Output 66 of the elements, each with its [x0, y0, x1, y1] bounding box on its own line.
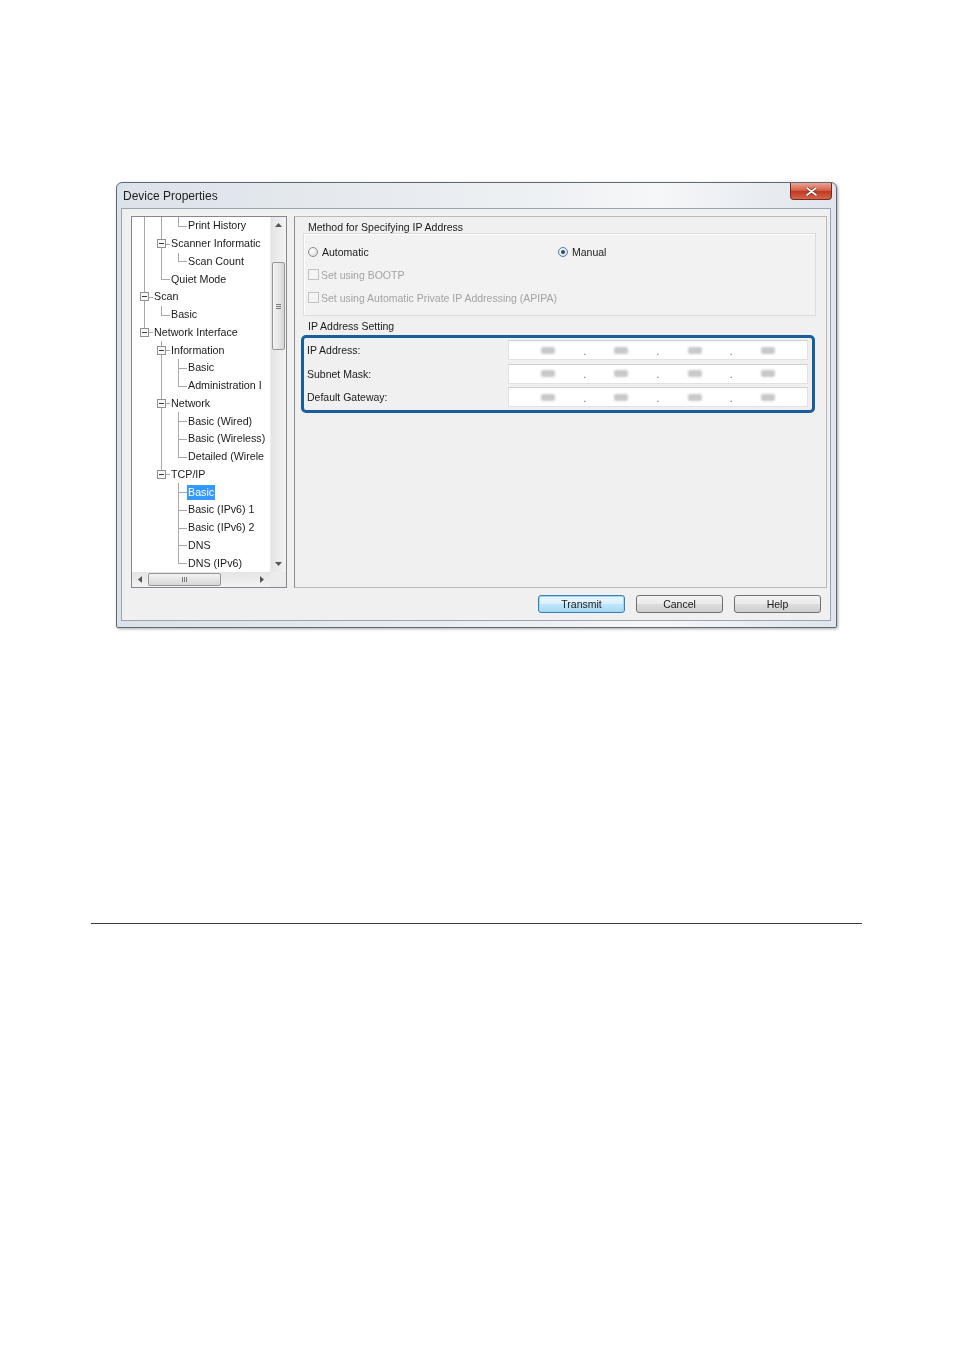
tree-item[interactable]: Basic (Wireless) [187, 431, 267, 447]
vertical-scrollbar[interactable] [270, 217, 286, 572]
horizontal-scrollbar[interactable] [132, 572, 270, 587]
down-arrow-icon[interactable] [275, 562, 282, 566]
tree-item[interactable]: Detailed (Wirele [187, 449, 266, 465]
tree-item[interactable]: Basic (IPv6) 2 [187, 520, 256, 536]
collapse-icon[interactable] [140, 327, 149, 337]
scrollbar-corner [270, 572, 286, 587]
dialog-button[interactable]: Cancel [636, 595, 723, 613]
collapse-icon[interactable] [140, 292, 149, 302]
collapse-icon[interactable] [157, 398, 166, 408]
blurred-value [541, 393, 556, 401]
blurred-value [687, 346, 702, 354]
field-label: IP Address: [307, 344, 361, 357]
up-arrow-icon[interactable] [275, 223, 282, 227]
tree-item[interactable]: Network [170, 395, 212, 411]
tree-item[interactable]: TCP/IP [170, 466, 207, 482]
group-title: IP Address Setting [307, 320, 396, 332]
scrollbar-thumb[interactable] [148, 573, 221, 586]
tree-item[interactable]: Administration I [187, 378, 263, 394]
tree-item[interactable]: Network Interface [153, 324, 239, 340]
tree-item[interactable]: Basic [170, 307, 199, 323]
left-arrow-icon[interactable] [138, 576, 142, 583]
blurred-value [687, 393, 702, 401]
tree-item[interactable]: DNS [187, 537, 212, 553]
grip-icon [276, 303, 281, 309]
ip-input-field[interactable]: . . . [508, 340, 808, 361]
collapse-icon[interactable] [157, 469, 166, 479]
dialog-button[interactable]: Help [734, 595, 821, 613]
scrollbar-thumb[interactable] [272, 262, 285, 350]
field-label: Default Gateway: [307, 391, 388, 404]
tree-item[interactable]: Scanner Informatic [170, 236, 262, 252]
blurred-value [760, 346, 775, 354]
tree-item[interactable]: Scan Count [187, 253, 245, 269]
tree-item[interactable]: Basic (Wired) [187, 413, 254, 429]
field-label: Subnet Mask: [307, 367, 372, 380]
checkbox-option: Set using Automatic Private IP Addressing (APIPA) [308, 286, 815, 309]
blurred-value [687, 370, 702, 378]
right-arrow-icon[interactable] [260, 576, 264, 583]
blurred-value [614, 370, 629, 378]
tree-item[interactable]: Basic (IPv6) 1 [187, 502, 256, 518]
blurred-value [614, 346, 629, 354]
close-button[interactable] [790, 183, 832, 200]
blurred-value [541, 346, 556, 354]
grip-icon [182, 577, 187, 582]
blurred-value [541, 370, 556, 378]
collapse-icon[interactable] [157, 345, 166, 355]
tree-item[interactable]: Print History [187, 218, 248, 234]
tree-item[interactable]: Quiet Mode [170, 271, 228, 287]
tree-item[interactable]: Basic [187, 360, 216, 376]
radio-option[interactable]: Manual [558, 245, 815, 258]
radio-option[interactable]: Automatic [308, 245, 558, 258]
window-title: Device Properties [123, 189, 218, 203]
tree-item[interactable]: Information [170, 342, 226, 358]
checkbox-option: Set using BOOTP [308, 263, 815, 286]
tree-item[interactable]: DNS (IPv6) [187, 555, 244, 571]
blurred-value [614, 393, 629, 401]
dialog-button[interactable]: Transmit [538, 595, 625, 613]
ip-input-field[interactable]: . . . [508, 363, 808, 384]
blurred-value [760, 370, 775, 378]
blurred-value [760, 393, 775, 401]
tree-item[interactable]: Scan [153, 289, 180, 305]
group-title: Method for Specifying IP Address [307, 221, 465, 233]
collapse-icon[interactable] [157, 239, 166, 249]
close-icon [805, 186, 817, 196]
ip-input-field[interactable]: . . . [508, 387, 808, 408]
